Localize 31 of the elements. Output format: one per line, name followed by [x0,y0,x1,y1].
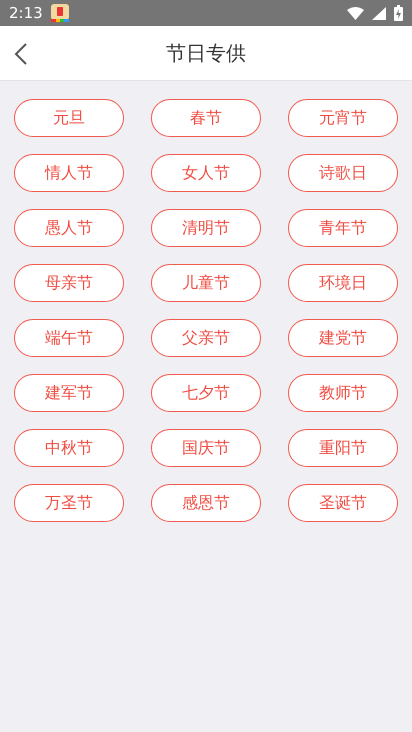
holiday-button[interactable]: 中秋节 [14,429,124,467]
holiday-button[interactable]: 建军节 [14,374,124,412]
holiday-button[interactable]: 元旦 [14,99,124,137]
holiday-button[interactable]: 教师节 [288,374,398,412]
holiday-button[interactable]: 环境日 [288,264,398,302]
holiday-button[interactable]: 圣诞节 [288,484,398,522]
holiday-button[interactable]: 元宵节 [288,99,398,137]
holiday-button[interactable]: 端午节 [14,319,124,357]
battery-icon [394,5,403,21]
holiday-button[interactable]: 母亲节 [14,264,124,302]
holiday-button[interactable]: 清明节 [151,209,261,247]
holiday-button[interactable]: 国庆节 [151,429,261,467]
holiday-button[interactable]: 儿童节 [151,264,261,302]
back-icon [14,42,28,66]
holiday-button[interactable]: 情人节 [14,154,124,192]
holiday-button[interactable]: 青年节 [288,209,398,247]
holiday-button[interactable]: 春节 [151,99,261,137]
holiday-button[interactable]: 建党节 [288,319,398,357]
signal-icon [372,6,386,20]
holiday-button[interactable]: 诗歌日 [288,154,398,192]
holiday-button[interactable]: 感恩节 [151,484,261,522]
status-time: 2:13 [9,2,43,24]
holiday-button[interactable]: 愚人节 [14,209,124,247]
holiday-button[interactable]: 万圣节 [14,484,124,522]
app-icon [50,4,69,22]
holiday-button[interactable]: 女人节 [151,154,261,192]
holiday-button[interactable]: 七夕节 [151,374,261,412]
holiday-button[interactable]: 父亲节 [151,319,261,357]
page-title: 节日专供 [166,40,246,67]
holiday-button[interactable]: 重阳节 [288,429,398,467]
wifi-icon [347,6,364,20]
